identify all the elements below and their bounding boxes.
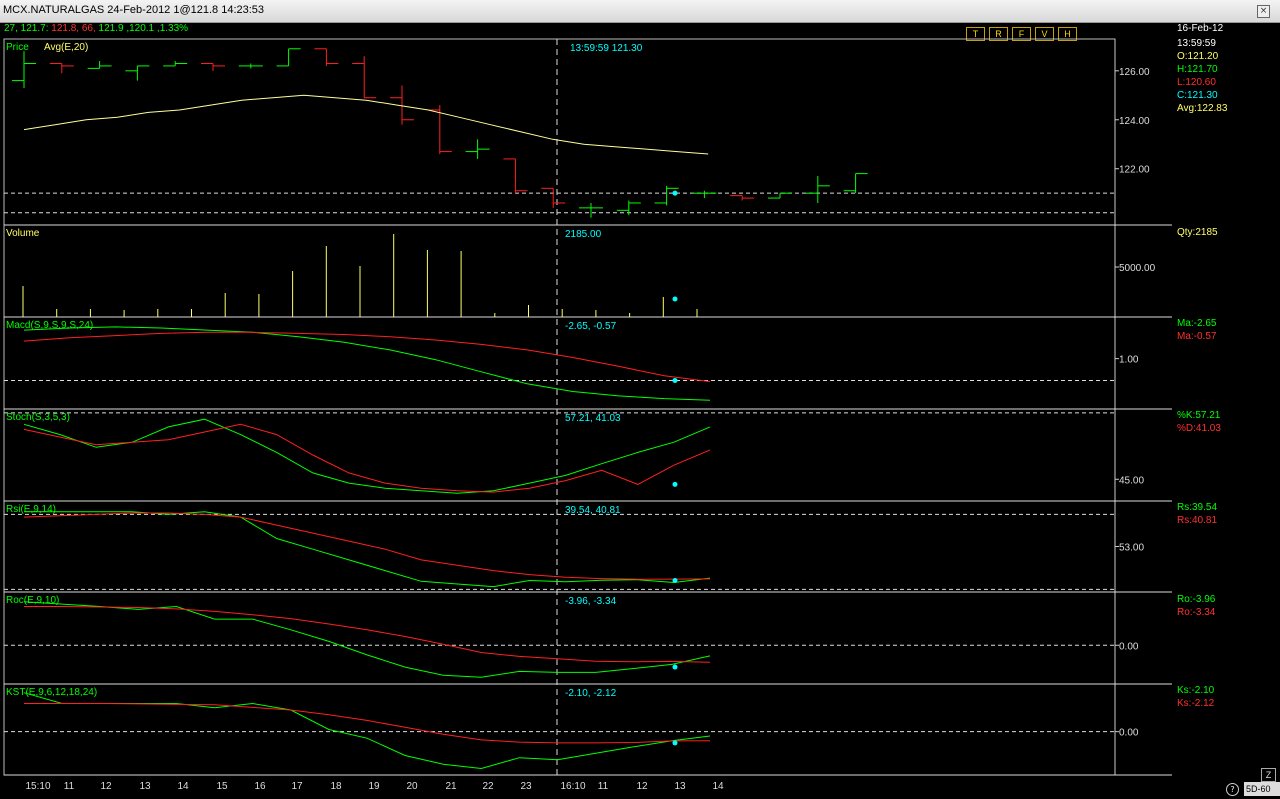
series-rsi-0 <box>24 511 711 588</box>
cursor-dot-roc <box>672 664 678 670</box>
panel-title-kst: KST(E,9,6,12,18,24) <box>6 687 97 698</box>
y-tick-label-price: 124.00 <box>1119 116 1150 127</box>
series-macd-0 <box>23 326 711 401</box>
y-tick-label-price: 122.00 <box>1119 165 1150 176</box>
cursor-label-macd: -2.65, -0.57 <box>565 321 617 332</box>
y-tick-label-macd: 1.00 <box>1119 355 1139 366</box>
y-tick-label-volume: 5000.00 <box>1119 263 1156 274</box>
x-tick-label: 20 <box>406 781 418 792</box>
plot-frame <box>3 38 1116 776</box>
cursor-dot-stoch <box>672 481 678 487</box>
x-tick-label: 19 <box>368 781 380 792</box>
x-tick-label: 12 <box>100 781 112 792</box>
x-tick-label: 22 <box>482 781 494 792</box>
x-tick-label: 16:10 <box>560 781 585 792</box>
x-tick-label: 17 <box>291 781 303 792</box>
series-stoch-1 <box>23 423 711 493</box>
series-stoch-0 <box>23 418 711 494</box>
y-tick-label-rsi: 53.00 <box>1119 543 1144 554</box>
volume-cursor-dot <box>672 296 678 302</box>
panel-title-stoch: Stoch(S,3,5,3) <box>6 412 70 423</box>
x-tick-label: 15:10 <box>25 781 50 792</box>
x-tick-label: 16 <box>254 781 266 792</box>
price-overlay-label: Avg(E,20) <box>44 42 88 53</box>
x-tick-label: 11 <box>598 781 609 792</box>
x-tick-label: 11 <box>64 781 75 792</box>
y-tick-label-kst: 0.00 <box>1119 728 1139 739</box>
chart-canvas[interactable]: Price Avg(E,20) 13:59:59 121.30 126.00 124.0… <box>0 0 1280 799</box>
cursor-label-volume: 2185.00 <box>565 229 602 240</box>
x-tick-label: 18 <box>330 781 342 792</box>
x-tick-label: 21 <box>445 781 457 792</box>
panel-title-volume: Volume <box>6 228 40 239</box>
x-tick-label: 13 <box>674 781 686 792</box>
price-cursor-dot <box>672 190 678 196</box>
zoom-button[interactable]: Z <box>1261 768 1276 782</box>
x-tick-label: 14 <box>177 781 189 792</box>
cursor-dot-kst <box>672 740 678 746</box>
x-tick-label: 13 <box>139 781 151 792</box>
price-avg-line <box>23 94 709 155</box>
cursor-dot-macd <box>672 378 678 384</box>
x-tick-label: 23 <box>520 781 532 792</box>
series-roc-1 <box>24 606 711 663</box>
x-tick-label: 12 <box>636 781 648 792</box>
cursor-label-roc: -3.96, -3.34 <box>565 596 617 607</box>
y-tick-label-price: 126.00 <box>1119 67 1150 78</box>
series-macd-1 <box>23 331 711 383</box>
y-tick-label-roc: 0.00 <box>1119 641 1139 652</box>
series-roc-0 <box>23 601 711 678</box>
panel-title-rsi: Rsi(E,9,14) <box>6 504 56 515</box>
y-tick-label-stoch: 45.00 <box>1119 475 1144 486</box>
x-tick-label: 14 <box>712 781 724 792</box>
cursor-label-stoch: 57.21, 41.03 <box>565 413 621 424</box>
help-icon[interactable]: ? <box>1226 783 1239 796</box>
panel-title-roc: Roc(E,9,10) <box>6 595 59 606</box>
x-tick-label: 15 <box>216 781 228 792</box>
series-rsi-1 <box>23 512 711 580</box>
series-kst-1 <box>24 703 711 744</box>
panel-title-price: Price <box>6 42 29 53</box>
cursor-label-kst: -2.10, -2.12 <box>565 688 617 699</box>
cursor-label-price: 13:59:59 121.30 <box>570 43 643 54</box>
timeframe-selector[interactable]: 5D-60 <box>1244 782 1280 796</box>
cursor-dot-rsi <box>672 577 678 583</box>
